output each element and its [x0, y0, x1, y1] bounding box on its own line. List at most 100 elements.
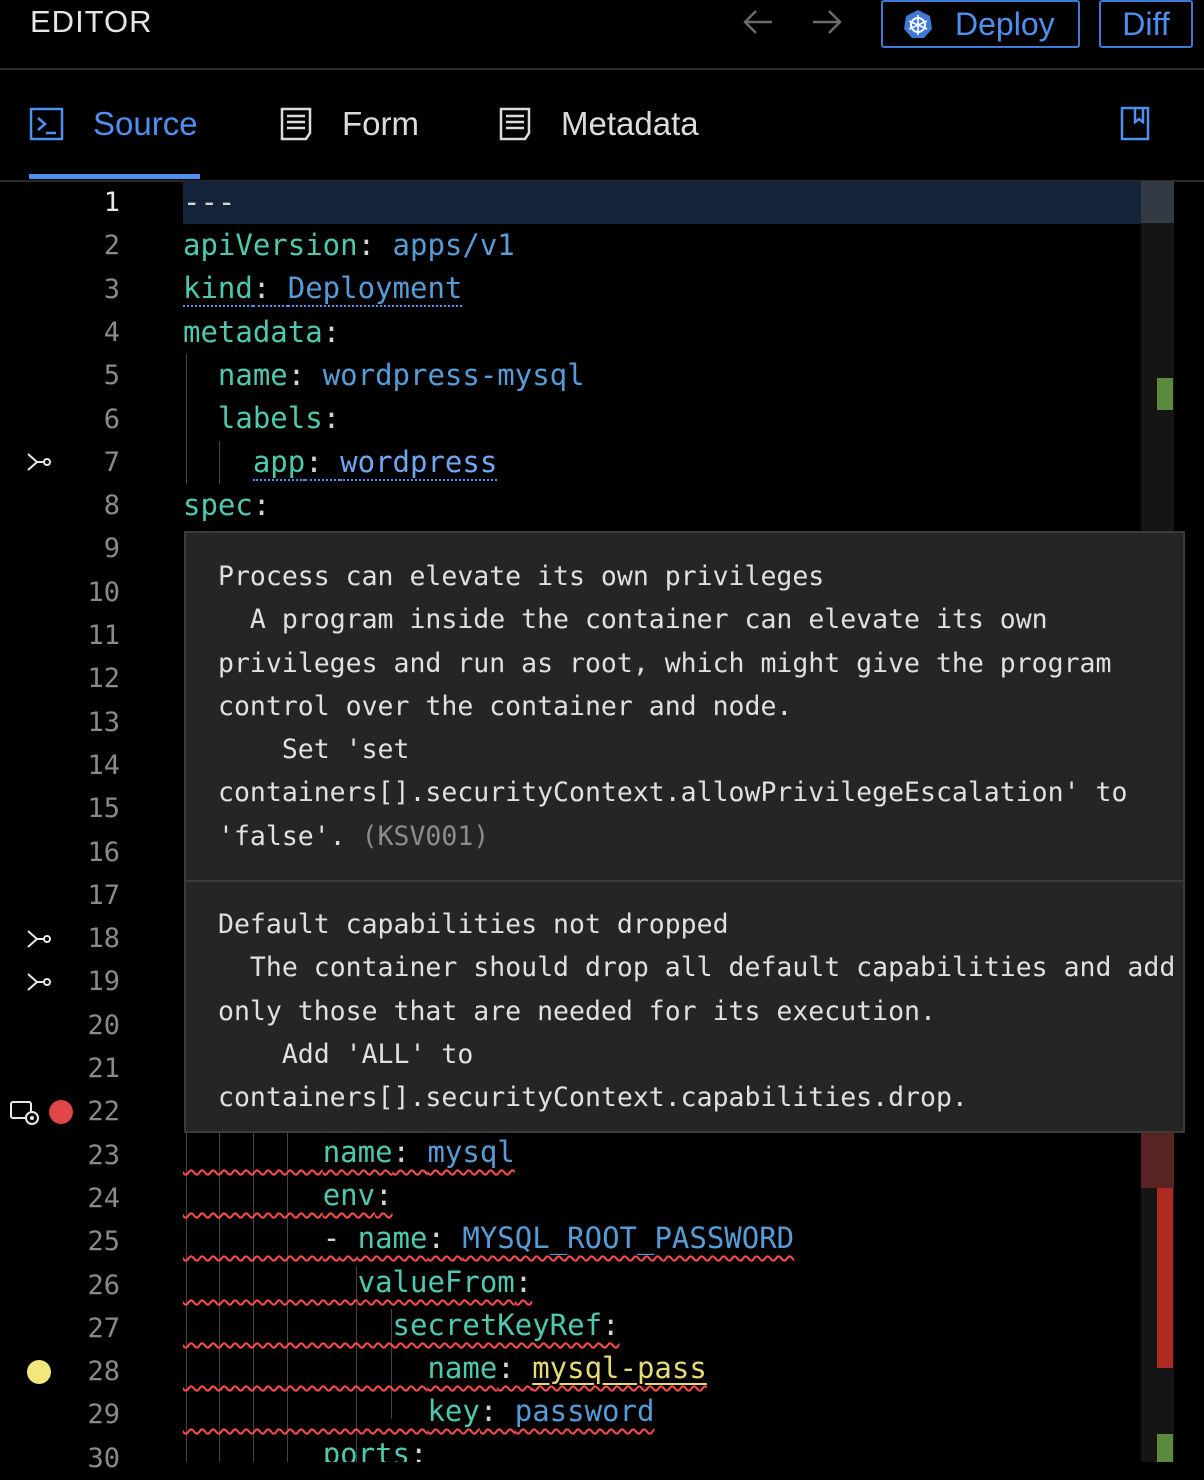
warning-dot-icon[interactable] [27, 1359, 51, 1384]
yaml-key: labels [217, 401, 323, 435]
diagnostic-fix: Add 'ALL' to containers[].securityContex… [218, 1038, 968, 1114]
code-line-5: name: wordpress-mysql [217, 358, 585, 392]
yaml-key: apiVersion [183, 228, 358, 262]
line-number: 26 [87, 1269, 120, 1301]
forward-button[interactable] [807, 0, 847, 44]
line-number: 13 [87, 706, 120, 738]
deploy-button[interactable]: Deploy [881, 0, 1080, 48]
code-line-7: app: wordpress [252, 445, 498, 481]
line-number: 12 [87, 663, 120, 695]
bookmark-button[interactable] [1120, 106, 1150, 147]
diagnostic-message-2: Default capabilities not dropped The con… [218, 903, 1178, 1119]
yaml-value: mysql [427, 1135, 515, 1169]
tab-form-label: Form [342, 105, 419, 142]
overview-change-marker [1157, 378, 1173, 410]
code-line-26: valueFrom: [357, 1265, 533, 1299]
form-icon [499, 107, 531, 141]
breakpoint-error-icon[interactable] [49, 1099, 73, 1124]
line-number: 23 [87, 1139, 120, 1171]
line-number: 4 [103, 316, 120, 348]
diagnostic-code: (KSV001) [361, 820, 490, 852]
line-number: 29 [87, 1399, 120, 1431]
yaml-value: wordpress-mysql [322, 358, 585, 392]
yaml-key: valueFrom [357, 1265, 515, 1299]
diagnostic-body: The container should drop all default ca… [218, 952, 1176, 1027]
yaml-key: name [322, 1135, 393, 1169]
line-number: 8 [103, 490, 120, 522]
line-number: 25 [87, 1226, 120, 1258]
yaml-value: mysql-pass [532, 1351, 707, 1385]
tab-source[interactable]: Source [29, 70, 198, 178]
form-icon [280, 107, 312, 141]
diagnostic-body: A program inside the container can eleva… [218, 604, 1128, 722]
line-number: 18 [87, 923, 120, 955]
yaml-value: wordpress [340, 445, 498, 481]
line-number: 17 [87, 879, 120, 911]
arrow-left-icon [743, 10, 772, 34]
editor-tabs: Source Form Metadata [0, 70, 1204, 182]
terminal-icon [29, 107, 64, 141]
line-number: 20 [87, 1009, 120, 1041]
line-number: 7 [103, 446, 120, 478]
yaml-value: MYSQL_ROOT_PASSWORD [462, 1221, 795, 1255]
deploy-label: Deploy [955, 5, 1055, 42]
code-line-30: ports: [183, 1433, 1141, 1462]
line-number: 19 [87, 966, 120, 998]
git-fork-icon[interactable] [26, 928, 52, 950]
scrollbar-thumb[interactable] [1141, 181, 1174, 223]
kubernetes-helm-icon [904, 10, 932, 38]
yaml-key: app [252, 445, 306, 481]
git-fork-icon[interactable] [26, 971, 52, 993]
git-fork-icon[interactable] [26, 451, 52, 473]
line-number: 3 [103, 273, 120, 305]
overview-error-marker [1157, 1188, 1173, 1368]
hover-separator [186, 880, 1183, 882]
diff-button[interactable]: Diff [1099, 0, 1193, 48]
yaml-key: env [322, 1178, 376, 1212]
diagnostic-message-1: Process can elevate its own privileges A… [218, 555, 1178, 858]
line-number: 16 [87, 836, 120, 868]
code-line-2: apiVersion: apps/v1 [183, 228, 515, 262]
code-line-25: - name: MYSQL_ROOT_PASSWORD [322, 1221, 795, 1255]
yaml-key: ports [322, 1437, 410, 1462]
code-line-29: key: password [427, 1394, 655, 1428]
line-number: 21 [87, 1053, 120, 1084]
line-number: 10 [87, 576, 120, 608]
code-line-27: secretKeyRef: [392, 1308, 620, 1342]
yaml-key: metadata [183, 315, 323, 349]
tab-source-label: Source [93, 105, 198, 142]
back-button[interactable] [738, 0, 778, 44]
yaml-value: Deployment [287, 271, 463, 307]
arrow-right-icon [813, 10, 842, 34]
tab-metadata[interactable]: Metadata [497, 70, 699, 178]
tab-form[interactable]: Form [278, 70, 419, 178]
line-number: 24 [87, 1182, 120, 1214]
diagnostics-hover-popup: Process can elevate its own privileges A… [184, 531, 1185, 1133]
yaml-value: password [514, 1394, 655, 1428]
overview-error-region [1141, 1131, 1174, 1188]
yaml-key: name [427, 1351, 498, 1385]
line-number: 2 [103, 230, 120, 262]
yaml-key: key [427, 1394, 480, 1428]
line-number: 1 [103, 187, 120, 218]
diagnostic-title: Default capabilities not dropped [218, 909, 729, 940]
code-line-6: labels: [217, 401, 341, 435]
code-line-24: env: [322, 1178, 393, 1212]
line-number: 5 [103, 360, 120, 392]
line-number: 15 [87, 793, 120, 825]
diff-label: Diff [1122, 5, 1170, 42]
yaml-key: kind [183, 271, 253, 307]
line-number: 27 [87, 1312, 120, 1344]
overview-change-marker [1157, 1434, 1173, 1462]
debug-config-icon[interactable] [8, 1098, 40, 1126]
code-line-3: kind: Deployment [183, 271, 463, 307]
code-line-1: --- [183, 181, 1141, 224]
tab-metadata-label: Metadata [561, 105, 699, 142]
code-line-23: name: mysql [322, 1135, 515, 1169]
code-line-28: name: mysql-pass [427, 1351, 707, 1385]
line-number: 9 [103, 533, 120, 565]
yaml-key: spec [183, 488, 253, 522]
yaml-key: name [357, 1221, 428, 1255]
line-number: 11 [87, 620, 120, 651]
line-number: 30 [87, 1442, 120, 1474]
